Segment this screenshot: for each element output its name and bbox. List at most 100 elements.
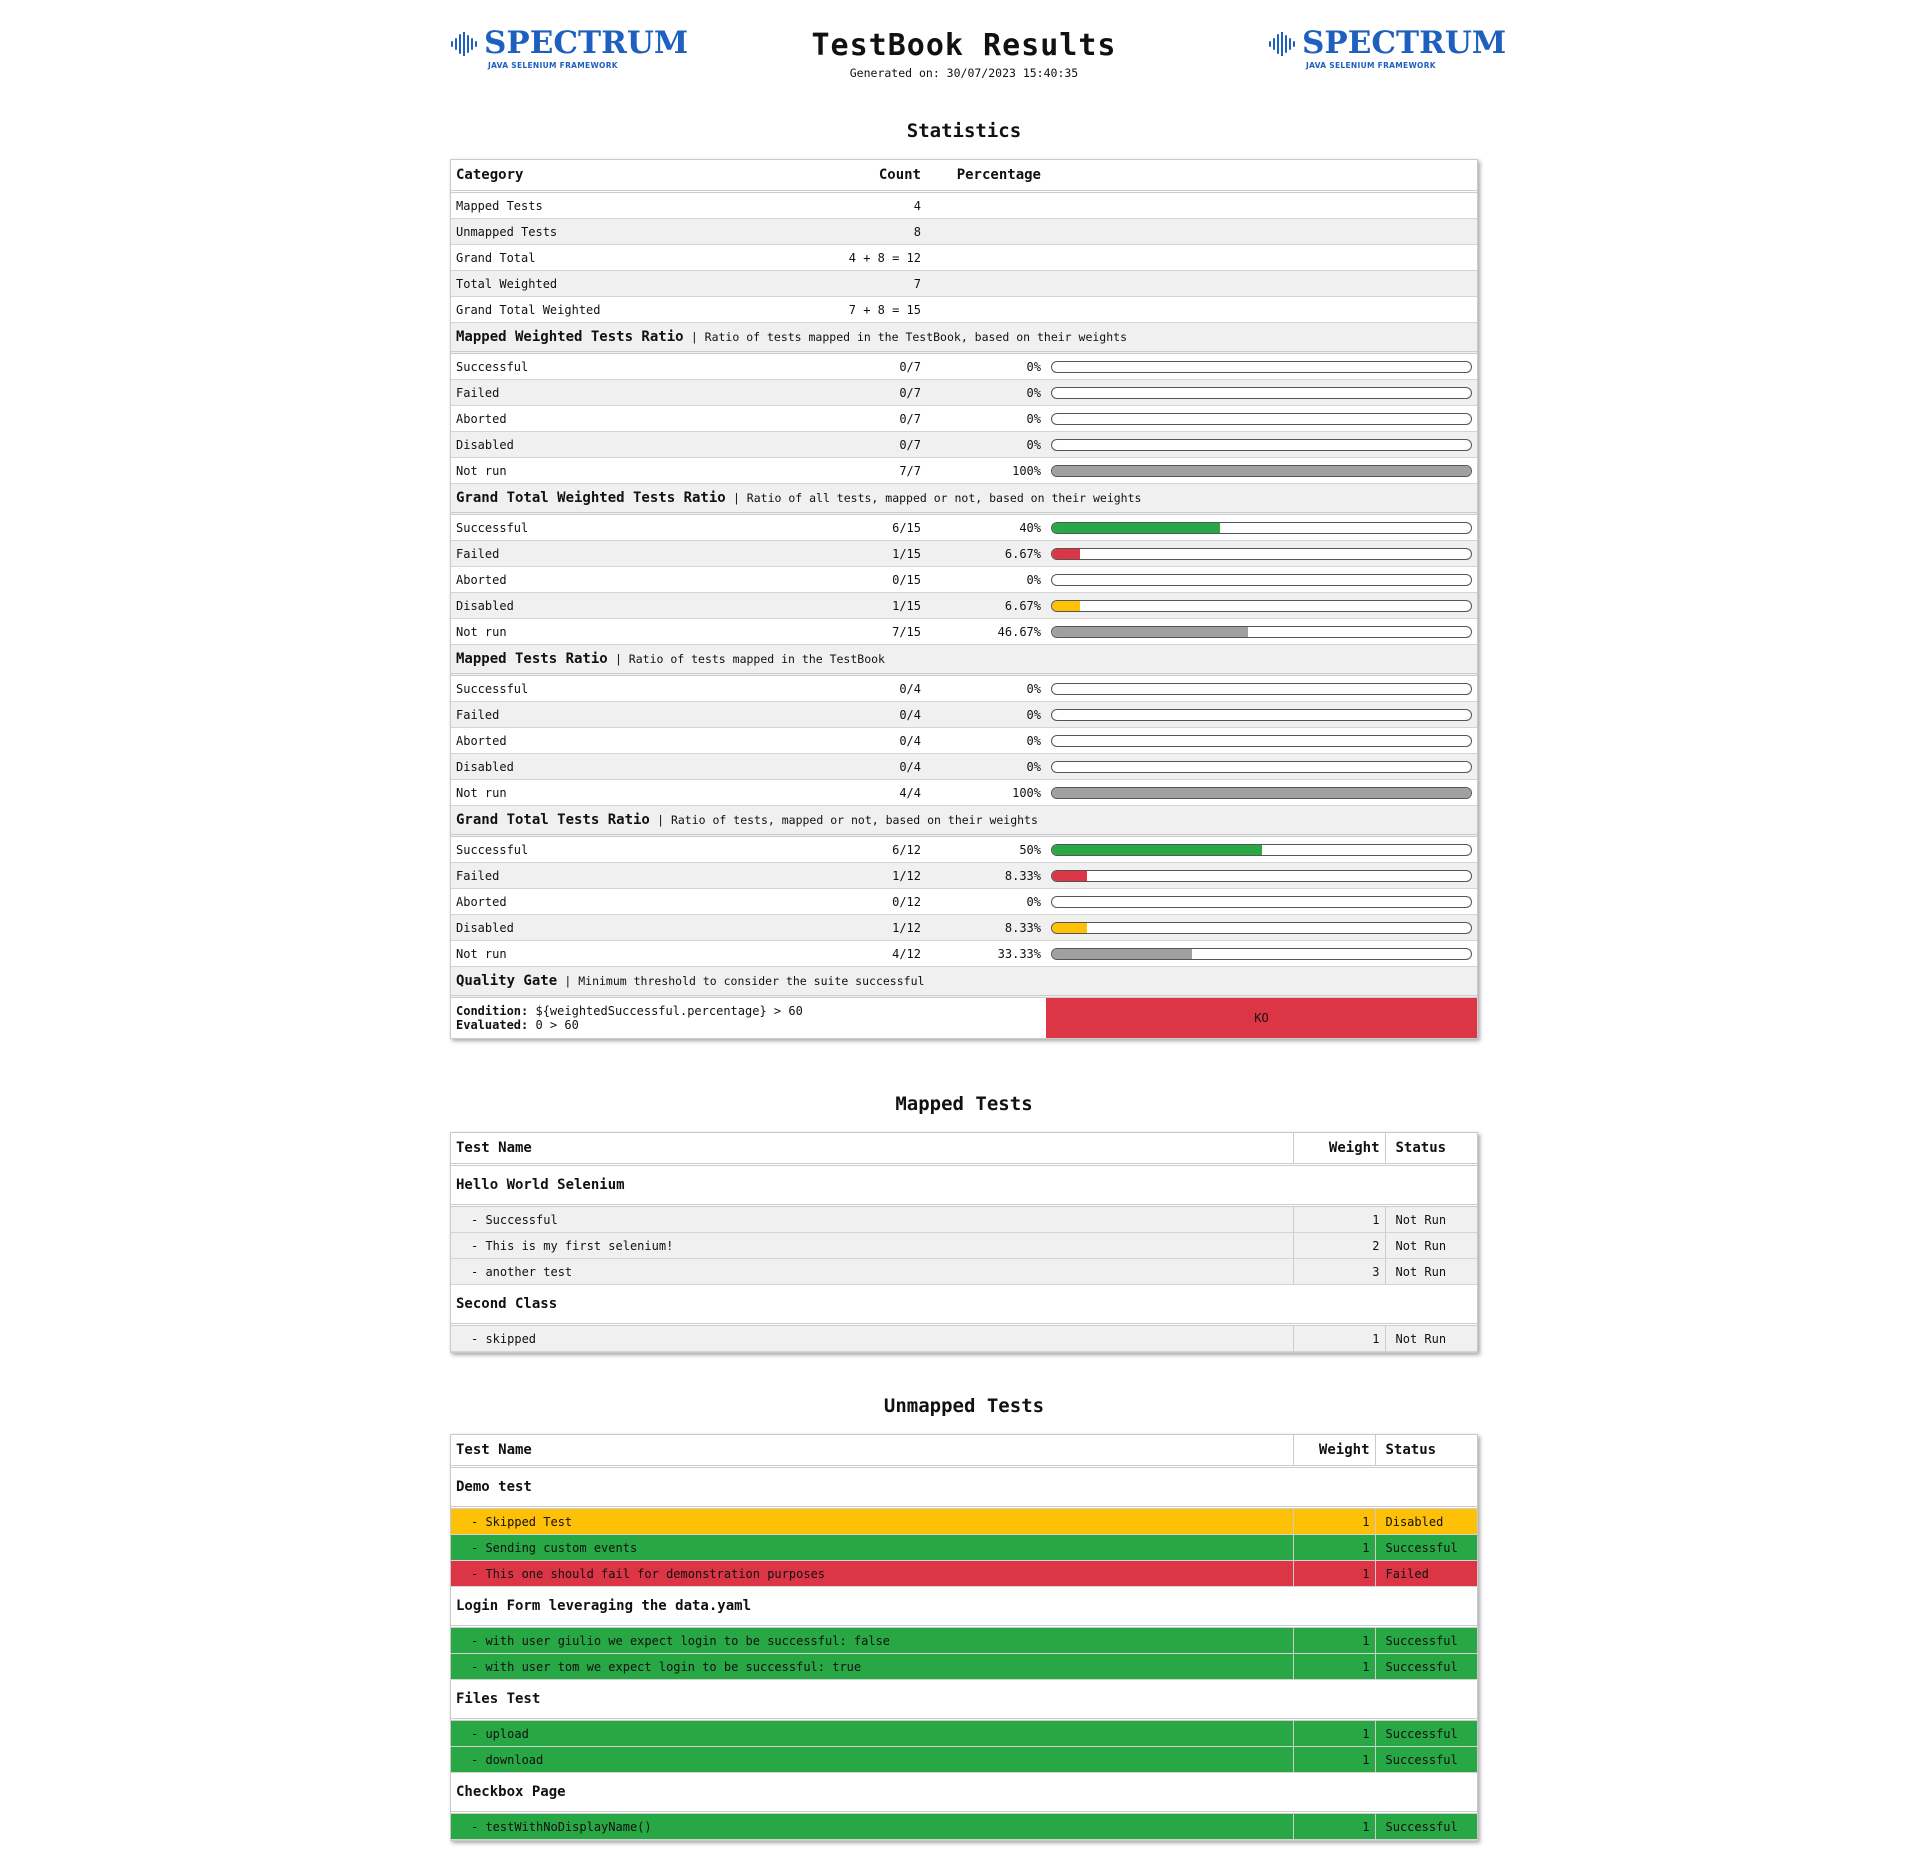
test-weight: 1 bbox=[1292, 1324, 1386, 1352]
quality-gate-description: | Minimum threshold to consider the suit… bbox=[564, 974, 925, 988]
progress-bar bbox=[1051, 625, 1472, 638]
test-row: - skipped 1 Not Run bbox=[451, 1324, 1477, 1352]
test-class-name: Files Test bbox=[451, 1679, 1477, 1721]
test-class-name: Second Class bbox=[451, 1284, 1477, 1326]
ratio-percentage: 50% bbox=[926, 835, 1046, 863]
ratio-row: Not run 4/12 33.33% bbox=[451, 940, 1477, 967]
ratio-label: Failed bbox=[451, 379, 786, 406]
totals-row: Mapped Tests 4 bbox=[451, 191, 1477, 219]
column-header-status: Status bbox=[1375, 1435, 1477, 1468]
test-weight: 1 bbox=[1292, 1653, 1376, 1680]
progress-cell bbox=[1046, 457, 1477, 484]
report-header: SPECTRUM JAVA SELENIUM FRAMEWORK TestBoo… bbox=[450, 0, 1506, 100]
progress-cell bbox=[1046, 701, 1477, 728]
test-class-row: Login Form leveraging the data.yaml bbox=[451, 1586, 1477, 1628]
progress-cell bbox=[1046, 940, 1477, 967]
ratio-percentage: 0% bbox=[926, 727, 1046, 754]
empty-cell bbox=[926, 270, 1477, 297]
ratio-row: Aborted 0/7 0% bbox=[451, 405, 1477, 432]
waveform-icon bbox=[1269, 32, 1295, 56]
test-name: - This one should fail for demonstration… bbox=[451, 1560, 1293, 1587]
test-row: - This one should fail for demonstration… bbox=[451, 1560, 1477, 1587]
progress-cell bbox=[1046, 592, 1477, 619]
report-page: SPECTRUM JAVA SELENIUM FRAMEWORK TestBoo… bbox=[450, 0, 1506, 1841]
evaluated-label: Evaluated: bbox=[456, 1018, 529, 1032]
progress-bar bbox=[1051, 682, 1472, 695]
count-value: 7 + 8 = 15 bbox=[786, 296, 926, 323]
ratio-label: Failed bbox=[451, 540, 786, 567]
progress-fill bbox=[1052, 787, 1471, 798]
ratio-percentage: 40% bbox=[926, 513, 1046, 541]
ratio-label: Successful bbox=[451, 513, 786, 541]
category-label: Unmapped Tests bbox=[451, 218, 786, 245]
unmapped-tests-table: Test Name Weight Status Demo test - Skipp… bbox=[451, 1435, 1477, 1840]
progress-bar bbox=[1051, 760, 1472, 773]
progress-bar bbox=[1051, 921, 1472, 934]
test-row: - upload 1 Successful bbox=[451, 1719, 1477, 1747]
test-weight: 1 bbox=[1292, 1507, 1376, 1535]
spectrum-logo-right: SPECTRUM JAVA SELENIUM FRAMEWORK bbox=[1268, 24, 1506, 74]
ratio-section-header: Mapped Tests Ratio | Ratio of tests mapp… bbox=[451, 644, 1477, 676]
ratio-section-header: Grand Total Tests Ratio | Ratio of tests… bbox=[451, 805, 1477, 837]
ratio-row: Not run 7/7 100% bbox=[451, 457, 1477, 484]
test-status: Not Run bbox=[1385, 1205, 1477, 1233]
progress-cell bbox=[1046, 674, 1477, 702]
progress-cell bbox=[1046, 566, 1477, 593]
ratio-percentage: 100% bbox=[926, 457, 1046, 484]
mapped-header-row: Test Name Weight Status bbox=[451, 1133, 1477, 1166]
ratio-row: Aborted 0/12 0% bbox=[451, 888, 1477, 915]
test-class-name: Demo test bbox=[451, 1466, 1477, 1509]
progress-bar bbox=[1051, 734, 1472, 747]
ratio-row: Not run 7/15 46.67% bbox=[451, 618, 1477, 645]
progress-cell bbox=[1046, 405, 1477, 432]
column-header-weight: Weight bbox=[1292, 1435, 1376, 1468]
condition-label: Condition: bbox=[456, 1004, 529, 1018]
ratio-percentage: 46.67% bbox=[926, 618, 1046, 645]
progress-cell bbox=[1046, 727, 1477, 754]
progress-bar bbox=[1051, 412, 1472, 425]
ratio-count: 4/12 bbox=[786, 940, 926, 967]
ratio-section-title: Mapped Tests Ratio bbox=[456, 651, 608, 667]
ratio-row: Failed 0/7 0% bbox=[451, 379, 1477, 406]
progress-fill bbox=[1052, 844, 1262, 855]
ratio-label: Disabled bbox=[451, 592, 786, 619]
progress-cell bbox=[1046, 914, 1477, 941]
test-weight: 3 bbox=[1292, 1258, 1386, 1285]
test-status: Successful bbox=[1375, 1812, 1477, 1840]
quality-gate-title: Quality Gate bbox=[456, 973, 558, 989]
progress-bar bbox=[1051, 386, 1472, 399]
statistics-table: Category Count Percentage Mapped Tests 4 U… bbox=[451, 160, 1477, 1038]
ratio-count: 1/12 bbox=[786, 862, 926, 889]
quality-gate-title-cell: Quality Gate | Minimum threshold to cons… bbox=[451, 966, 1477, 998]
ratio-row: Disabled 0/7 0% bbox=[451, 431, 1477, 458]
ratio-row: Successful 0/4 0% bbox=[451, 674, 1477, 702]
test-name: - upload bbox=[451, 1719, 1293, 1747]
column-header-weight: Weight bbox=[1292, 1133, 1386, 1166]
progress-fill bbox=[1052, 948, 1192, 959]
totals-row: Unmapped Tests 8 bbox=[451, 218, 1477, 245]
test-status: Successful bbox=[1375, 1746, 1477, 1773]
category-label: Total Weighted bbox=[451, 270, 786, 297]
ratio-row: Aborted 0/15 0% bbox=[451, 566, 1477, 593]
progress-fill bbox=[1052, 548, 1080, 559]
ratio-section-title-cell: Mapped Tests Ratio | Ratio of tests mapp… bbox=[451, 644, 1477, 676]
ratio-section-title: Grand Total Weighted Tests Ratio bbox=[456, 490, 726, 506]
test-row: - with user tom we expect login to be su… bbox=[451, 1653, 1477, 1680]
condition-value: ${weightedSuccessful.percentage} > 60 bbox=[535, 1004, 803, 1018]
statistics-card: Category Count Percentage Mapped Tests 4 U… bbox=[450, 159, 1478, 1039]
progress-bar bbox=[1051, 573, 1472, 586]
column-header-test-name: Test Name bbox=[451, 1435, 1293, 1468]
test-name: - Skipped Test bbox=[451, 1507, 1293, 1535]
progress-bar bbox=[1051, 521, 1472, 534]
quality-gate-row: Condition: ${weightedSuccessful.percenta… bbox=[451, 996, 1477, 1038]
test-row: - download 1 Successful bbox=[451, 1746, 1477, 1773]
test-class-row: Files Test bbox=[451, 1679, 1477, 1721]
mapped-tests-table: Test Name Weight Status Hello World Sele… bbox=[451, 1133, 1477, 1352]
totals-row: Total Weighted 7 bbox=[451, 270, 1477, 297]
ratio-row: Failed 1/12 8.33% bbox=[451, 862, 1477, 889]
count-value: 4 + 8 = 12 bbox=[786, 244, 926, 271]
empty-cell bbox=[926, 244, 1477, 271]
test-class-row: Checkbox Page bbox=[451, 1772, 1477, 1814]
